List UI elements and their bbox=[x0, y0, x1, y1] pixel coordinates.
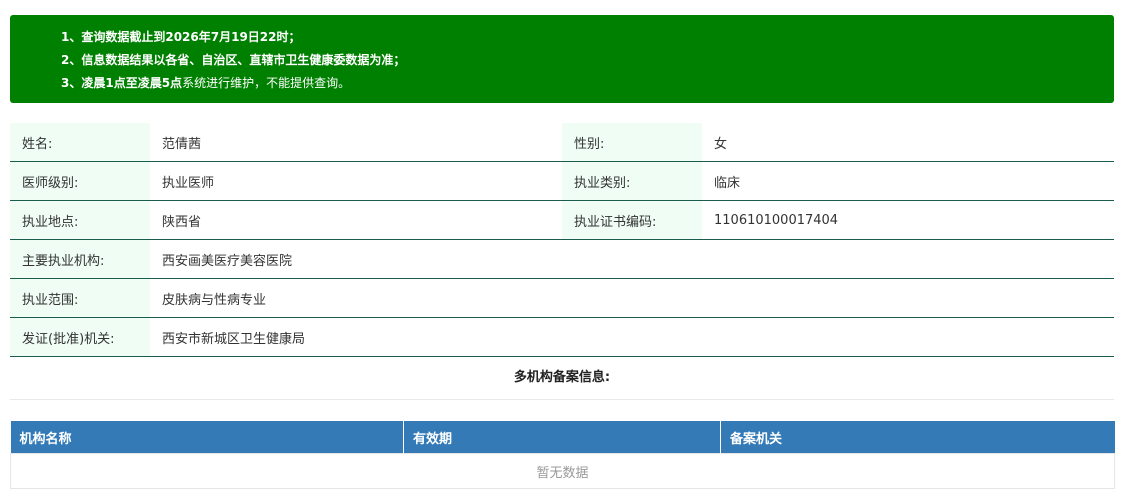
org-label: 主要执业机构: bbox=[10, 239, 150, 279]
info-row-scope: 执业范围: 皮肤病与性病专业 bbox=[10, 278, 1114, 318]
scope-label: 执业范围: bbox=[10, 278, 150, 318]
multi-org-title: 多机构备案信息: bbox=[10, 357, 1114, 400]
scope-value: 皮肤病与性病专业 bbox=[150, 278, 1114, 318]
name-label: 姓名: bbox=[10, 123, 150, 162]
notice-line-1: 1、查询数据截止到2026年7月19日22时； bbox=[61, 26, 1114, 49]
gender-value: 女 bbox=[702, 123, 1114, 162]
name-value: 范倩茜 bbox=[150, 123, 562, 162]
category-label: 执业类别: bbox=[562, 161, 702, 201]
info-row-org: 主要执业机构: 西安画美医疗美容医院 bbox=[10, 239, 1114, 279]
doctor-info-table: 姓名: 范倩茜 性别: 女 医师级别: 执业医师 执业类别: 临床 执业地点: … bbox=[10, 123, 1114, 357]
info-row-issuer: 发证(批准)机关: 西安市新城区卫生健康局 bbox=[10, 317, 1114, 357]
notice-line-1-text: 1、查询数据截止到2026年7月19日22时； bbox=[61, 30, 301, 44]
notice-line-3-text: 系统进行维护，不能提供查询。 bbox=[182, 76, 351, 90]
multi-org-header-row: 机构名称 有效期 备案机关 bbox=[10, 421, 1115, 454]
column-org-name[interactable]: 机构名称 bbox=[10, 421, 404, 454]
multi-org-table: 机构名称 有效期 备案机关 暂无数据 bbox=[10, 421, 1115, 489]
column-registry-authority[interactable]: 备案机关 bbox=[720, 421, 1115, 454]
notice-line-2-text: 2、信息数据结果以各省、自治区、直辖市卫生健康委数据为准； bbox=[61, 53, 406, 67]
info-row-level-category: 医师级别: 执业医师 执业类别: 临床 bbox=[10, 161, 1114, 201]
issuer-label: 发证(批准)机关: bbox=[10, 317, 150, 357]
cert-value: 110610100017404 bbox=[702, 200, 1114, 240]
notice-line-3-bold: 3、凌晨1点至凌晨5点 bbox=[61, 76, 183, 90]
notice-line-3: 3、凌晨1点至凌晨5点系统进行维护，不能提供查询。 bbox=[61, 72, 1114, 95]
gender-label: 性别: bbox=[562, 123, 702, 162]
category-value: 临床 bbox=[702, 161, 1114, 201]
info-row-name-gender: 姓名: 范倩茜 性别: 女 bbox=[10, 123, 1114, 162]
org-value: 西安画美医疗美容医院 bbox=[150, 239, 1114, 279]
location-value: 陕西省 bbox=[150, 200, 562, 240]
notice-line-2: 2、信息数据结果以各省、自治区、直辖市卫生健康委数据为准； bbox=[61, 49, 1114, 72]
issuer-value: 西安市新城区卫生健康局 bbox=[150, 317, 1114, 357]
notice-banner: 1、查询数据截止到2026年7月19日22时； 2、信息数据结果以各省、自治区、… bbox=[10, 15, 1114, 103]
empty-data-text: 暂无数据 bbox=[10, 453, 1115, 489]
level-label: 医师级别: bbox=[10, 161, 150, 201]
info-row-location-cert: 执业地点: 陕西省 执业证书编码: 110610100017404 bbox=[10, 200, 1114, 240]
empty-row: 暂无数据 bbox=[10, 453, 1115, 489]
cert-label: 执业证书编码: bbox=[562, 200, 702, 240]
level-value: 执业医师 bbox=[150, 161, 562, 201]
column-validity[interactable]: 有效期 bbox=[403, 421, 721, 454]
location-label: 执业地点: bbox=[10, 200, 150, 240]
